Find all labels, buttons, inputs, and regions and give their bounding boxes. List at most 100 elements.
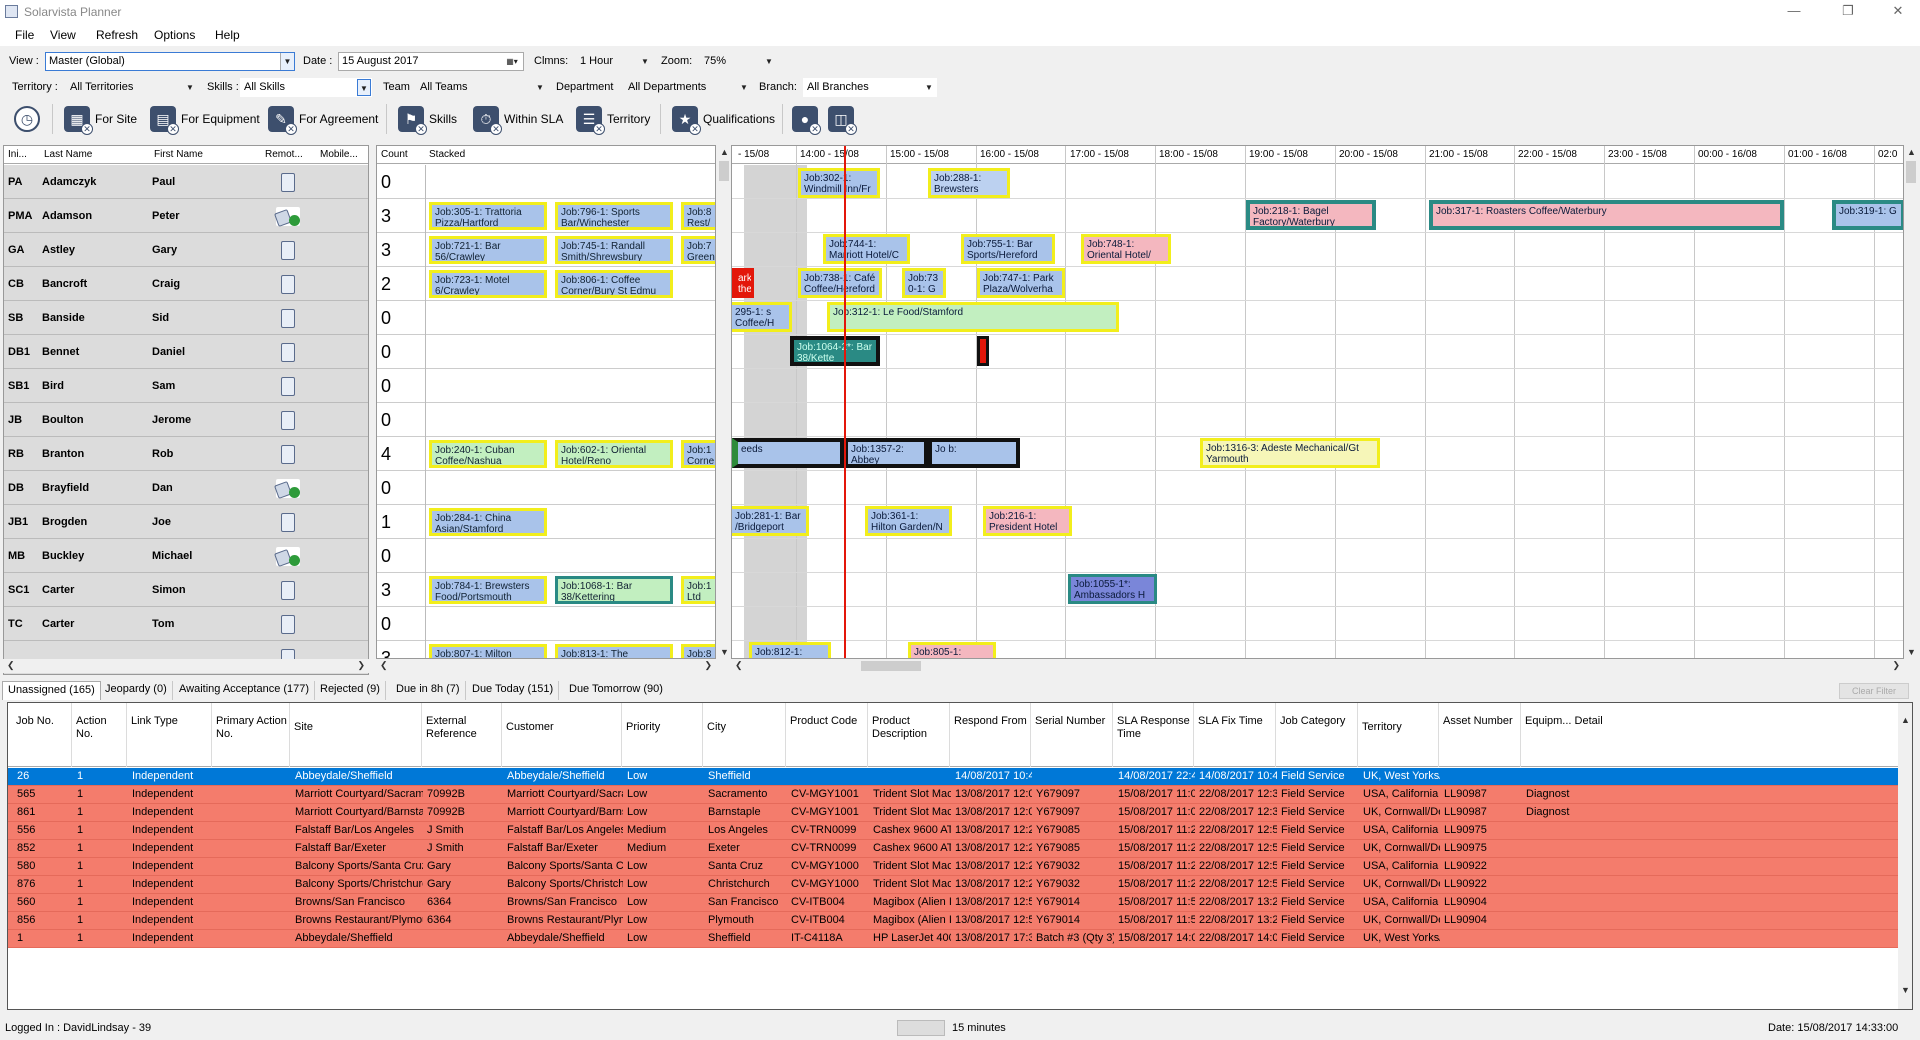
gantt-job[interactable]: Job:755-1: Bar Sports/Hereford (961, 234, 1055, 264)
gantt-job[interactable]: Job:747-1: Park Plaza/Wolverha (977, 268, 1065, 298)
col-mobile[interactable]: Mobile... (320, 149, 358, 160)
for-equipment-button[interactable]: ▤ ✕ For Equipment (150, 104, 260, 135)
gantt-job[interactable]: Job:744-1: Marriott Hotel/C (823, 234, 910, 264)
job-table-col-header[interactable]: Serial Number (1035, 715, 1111, 728)
gantt-job[interactable]: Job:288-1: Brewsters Food (928, 168, 1010, 198)
stacked-job[interactable]: Job:8 Rest/ (681, 202, 715, 230)
column-divider[interactable] (949, 703, 950, 767)
gantt-row[interactable] (732, 471, 1903, 505)
gantt-row[interactable] (732, 335, 1903, 369)
gantt-job[interactable]: Job:302-1: Windmill Inn/Fr (798, 168, 880, 198)
scroll-down-icon[interactable]: ▼ (720, 647, 729, 657)
table-row[interactable]: 580 1 Independent Balcony Sports/Santa Cruz… (8, 858, 1898, 876)
gantt-job[interactable]: Job:216-1: President Hotel (983, 506, 1072, 536)
stacked-job[interactable]: Job:784-1: Brewsters Food/Portsmouth (429, 576, 547, 604)
column-divider[interactable] (289, 703, 290, 767)
table-row[interactable]: 861 1 Independent Marriott Courtyard/Barnst… (8, 804, 1898, 822)
gantt-row[interactable] (732, 165, 1903, 199)
column-divider[interactable] (785, 703, 786, 767)
stacked-job[interactable]: Job:1068-1: Bar 38/Kettering (555, 576, 673, 604)
stacked-job[interactable]: Job:1 Corne (681, 440, 715, 468)
stacked-job[interactable]: Job:305-1: Trattoria Pizza/Hartford (429, 202, 547, 230)
job-table-col-header[interactable]: Site (294, 721, 420, 734)
gantt-row[interactable] (732, 607, 1903, 641)
table-row[interactable]: 856 1 Independent Browns Restaurant/Plymout… (8, 912, 1898, 930)
menu-refresh[interactable]: Refresh (96, 28, 138, 42)
stacked-job[interactable]: Job:240-1: Cuban Coffee/Nashua (429, 440, 547, 468)
gantt-job[interactable]: Job:748-1: Oriental Hotel/ (1081, 234, 1171, 264)
gantt-job[interactable]: ark the (732, 268, 754, 298)
scroll-right-icon[interactable]: ❯ (1892, 660, 1900, 671)
gantt-job[interactable]: Job:805-1: (908, 642, 996, 658)
job-table-col-header[interactable]: External Reference (426, 715, 500, 741)
stacked-job[interactable]: Job:7 Green (681, 236, 715, 264)
column-divider[interactable] (421, 703, 422, 767)
gantt-job[interactable]: Job:1316-3: Adeste Mechanical/Gt Yarmout… (1200, 438, 1380, 468)
gantt-vscroll[interactable]: ▲ ▼ (1904, 145, 1918, 659)
gantt-job[interactable]: Jo b: (928, 438, 1020, 468)
job-table-col-header[interactable]: Link Type (131, 715, 210, 728)
close-button[interactable]: ✕ (1880, 2, 1916, 22)
gantt-job[interactable]: Job:1357-2: Abbey Resident (844, 438, 928, 468)
gantt-job[interactable]: Job:738-1: Café Coffee/Hereford (798, 268, 882, 298)
column-divider[interactable] (501, 703, 502, 767)
zoom-select[interactable]: 75% ▼ (700, 52, 777, 71)
gantt-row[interactable] (732, 403, 1903, 437)
stacked-job[interactable]: Job:8 (681, 644, 715, 658)
scroll-thumb[interactable] (1906, 161, 1916, 183)
column-divider[interactable] (1030, 703, 1031, 767)
menu-file[interactable]: File (15, 28, 34, 42)
column-divider[interactable] (1357, 703, 1358, 767)
col-last-name[interactable]: Last Name (44, 149, 92, 160)
resource-row[interactable]: MB Buckley Michael (4, 539, 368, 573)
column-divider[interactable] (1275, 703, 1276, 767)
restore-button[interactable]: ❐ (1830, 2, 1866, 22)
resource-row[interactable]: PMA Adamson Peter (4, 199, 368, 233)
column-divider[interactable] (1112, 703, 1113, 767)
job-table-col-header[interactable]: Territory (1362, 721, 1437, 734)
table-row[interactable]: 1 1 Independent Abbeydale/Sheffield Abbeydal… (8, 930, 1898, 948)
stacked-job[interactable]: Job:1 Ltd (681, 576, 715, 604)
job-table-col-header[interactable]: Priority (626, 721, 701, 734)
gantt-job[interactable]: Job:73 0-1: G (902, 268, 946, 298)
scroll-down-icon[interactable]: ▼ (1907, 647, 1916, 657)
tab-due-in-8h[interactable]: Due in 8h (7) (391, 681, 466, 700)
gantt-job[interactable]: Job:1055-1*: Ambassadors H (1068, 574, 1157, 604)
job-table-vscroll[interactable]: ▲ ▼ (1898, 703, 1912, 1009)
tab-jeopardy[interactable]: Jeopardy (0) (100, 681, 173, 700)
columns-filter-button[interactable]: ◫ ✕ (828, 104, 859, 135)
column-divider[interactable] (126, 703, 127, 767)
col-remote[interactable]: Remot... (265, 149, 303, 160)
job-table-col-header[interactable]: Job Category (1280, 715, 1356, 728)
stacked-hscroll[interactable]: ❮ ❯ (376, 659, 716, 673)
stacked-job[interactable]: Job:813-1: The (555, 644, 673, 658)
gantt-job[interactable]: eeds (732, 438, 844, 468)
job-table-col-header[interactable]: SLA Fix Time (1198, 715, 1274, 728)
tab-unassigned[interactable]: Unassigned (165) (2, 681, 101, 700)
stacked-vscroll[interactable]: ▲ ▼ (717, 145, 731, 659)
territory-button[interactable]: ☰ ✕ Territory (576, 104, 650, 135)
skills-button[interactable]: ⚑ ✕ Skills (398, 104, 457, 135)
clmns-select[interactable]: 1 Hour ▼ (576, 52, 653, 71)
gantt-job[interactable]: Job:1064-2*: Bar 38/Kette (790, 336, 880, 366)
gantt-job-small[interactable] (977, 336, 989, 366)
column-divider[interactable] (71, 703, 72, 767)
table-row[interactable]: 26 1 Independent Abbeydale/Sheffield Abbeyda… (8, 768, 1898, 786)
resource-row[interactable]: SB Banside Sid (4, 301, 368, 335)
gantt-job[interactable]: Job:812-1: (749, 642, 831, 658)
tab-awaiting-acceptance[interactable]: Awaiting Acceptance (177) (174, 681, 316, 700)
resource-row[interactable]: PA Adamczyk Paul (4, 165, 368, 199)
resource-row[interactable]: DB1 Bennet Daniel (4, 335, 368, 369)
skills-select[interactable]: All Skills ▼ (240, 78, 372, 97)
job-table-col-header[interactable]: Action No. (76, 715, 125, 741)
stacked-job[interactable]: Job:284-1: China Asian/Stamford (429, 508, 547, 536)
resource-row[interactable]: SB1 Bird Sam (4, 369, 368, 403)
table-row[interactable]: 560 1 Independent Browns/San Francisco 6364 B… (8, 894, 1898, 912)
column-divider[interactable] (867, 703, 868, 767)
stacked-job[interactable]: Job:796-1: Sports Bar/Winchester (555, 202, 673, 230)
stacked-job[interactable]: Job:745-1: Randall Smith/Shrewsbury (555, 236, 673, 264)
column-divider[interactable] (211, 703, 212, 767)
menu-options[interactable]: Options (154, 28, 195, 42)
job-table-col-header[interactable]: Job No. (16, 715, 70, 728)
scroll-right-icon[interactable]: ❯ (357, 660, 365, 671)
